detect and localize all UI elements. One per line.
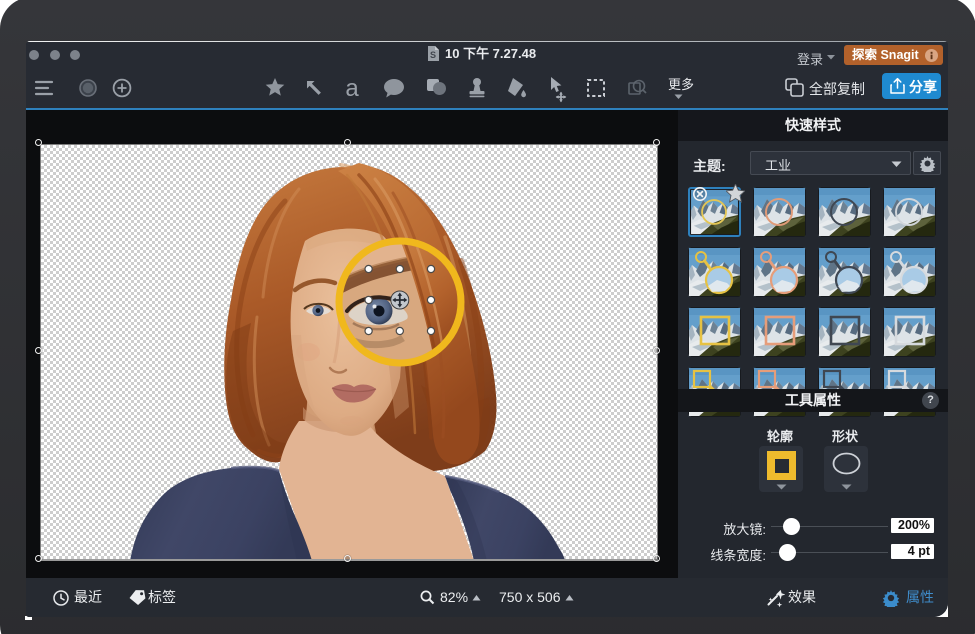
svg-text:a: a [345,75,359,102]
svg-text:S: S [430,50,436,60]
